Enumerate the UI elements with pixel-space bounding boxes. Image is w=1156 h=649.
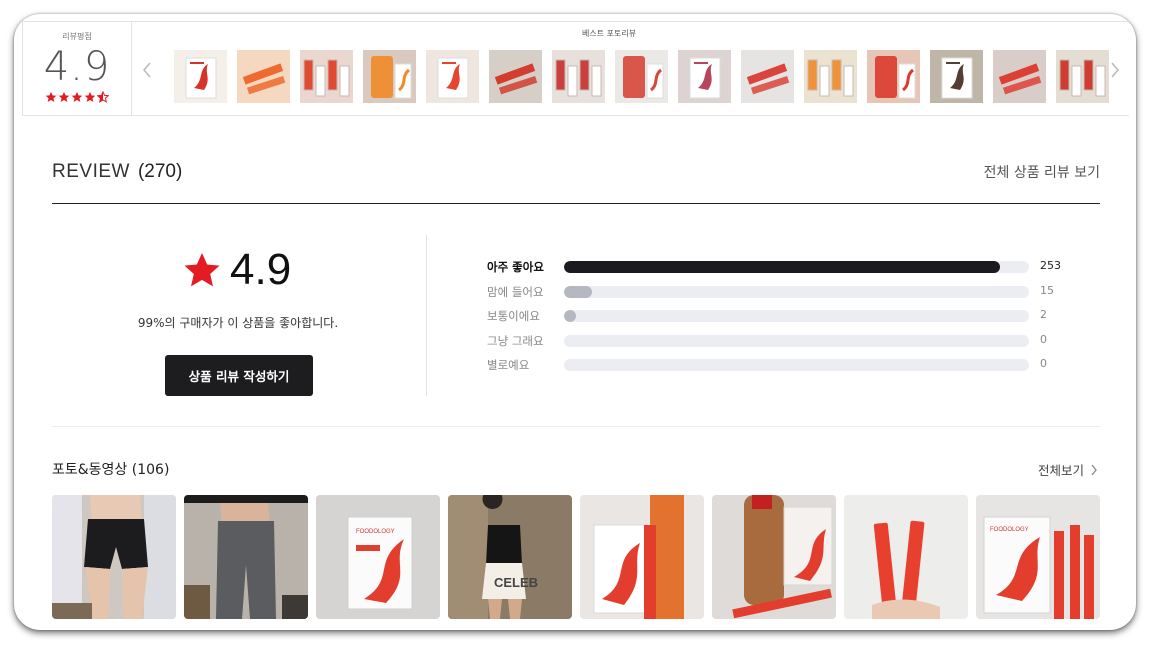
- rating-level-label: 아주 좋아요: [487, 260, 544, 274]
- review-heading-word: REVIEW: [52, 161, 130, 182]
- review-widget: 리뷰평점 4.9 베스트 포토리뷰 REVIEW (270) 전체 상품 리뷰 …: [14, 14, 1136, 630]
- review-heading: REVIEW (270): [52, 160, 182, 183]
- rating-distribution-row: 아주 좋아요 253: [487, 258, 1107, 283]
- photo-video-title: 포토&동영상 (106): [52, 462, 170, 478]
- best-photo-thumbnail[interactable]: [363, 50, 416, 103]
- rating-bar-track: [564, 261, 1029, 273]
- best-photo-thumbnail[interactable]: [741, 50, 794, 103]
- rating-level-label: 보통이에요: [487, 309, 540, 323]
- best-photo-review-title: 베스트 포토리뷰: [582, 29, 637, 38]
- best-photo-thumbnail[interactable]: [489, 50, 542, 103]
- best-photo-thumbnail[interactable]: [237, 50, 290, 103]
- view-all-link[interactable]: 전체보기: [1038, 460, 1098, 479]
- photo-review-thumbnail[interactable]: FOODOLOGY: [976, 495, 1100, 619]
- best-photo-thumbnail[interactable]: [1056, 50, 1109, 103]
- average-rating-box: 리뷰평점 4.9: [22, 22, 132, 116]
- average-rating-label: 리뷰평점: [62, 32, 92, 41]
- rating-distribution-row: 별로예요 0: [487, 356, 1107, 381]
- photo-review-grid: FOODOLOGY CELEB FOODOLOGY: [52, 495, 1100, 619]
- write-review-button[interactable]: 상품 리뷰 작성하기: [165, 355, 313, 396]
- star-icon: [97, 91, 109, 103]
- best-photo-thumbnails: [174, 50, 1109, 103]
- star-icon: [58, 91, 70, 102]
- rating-bar-track: [564, 334, 1029, 347]
- svg-text:CELEB: CELEB: [494, 575, 538, 590]
- rating-distribution: 아주 좋아요 253 맘에 들어요 15 보통이에요 2 그냥 그래요 0 별로예요 0: [487, 258, 1107, 381]
- star-icon: [184, 253, 220, 287]
- rating-level-label: 별로예요: [487, 358, 530, 372]
- rating-bar-fill: [564, 261, 1000, 273]
- rating-level-count: 2: [1040, 308, 1047, 321]
- best-photo-thumbnail[interactable]: [993, 50, 1046, 103]
- best-photo-thumbnail[interactable]: [426, 50, 479, 103]
- best-photo-thumbnail[interactable]: [678, 50, 731, 103]
- all-product-reviews-link[interactable]: 전체 상품 리뷰 보기: [984, 162, 1100, 182]
- star-icon: [84, 91, 96, 102]
- best-photo-thumbnail[interactable]: [867, 50, 920, 103]
- photo-review-thumbnail[interactable]: [580, 495, 704, 619]
- chevron-left-icon: [143, 62, 151, 78]
- star-icon: [45, 91, 57, 102]
- best-photo-thumbnail[interactable]: [552, 50, 605, 103]
- best-photo-thumbnail[interactable]: [174, 50, 227, 103]
- rating-stars: [23, 91, 131, 103]
- best-photo-thumbnail[interactable]: [930, 50, 983, 103]
- satisfaction-text: 99%의 구매자가 이 상품을 좋아합니다.: [137, 316, 339, 330]
- rating-bar-fill: [564, 285, 592, 298]
- rating-distribution-row: 보통이에요 2: [487, 307, 1107, 332]
- best-photo-thumbnail[interactable]: [804, 50, 857, 103]
- rating-level-label: 맘에 들어요: [487, 284, 544, 299]
- photo-review-thumbnail[interactable]: [712, 495, 836, 619]
- best-review-strip: 리뷰평점 4.9 베스트 포토리뷰: [22, 21, 1129, 116]
- rating-level-label: 그냥 그래요: [487, 333, 544, 348]
- heading-divider: [52, 203, 1100, 204]
- section-divider: [52, 426, 1100, 427]
- photo-review-thumbnail[interactable]: CELEB: [448, 495, 572, 619]
- svg-text:FOODOLOGY: FOODOLOGY: [990, 527, 1029, 533]
- photo-review-thumbnail[interactable]: FOODOLOGY: [316, 495, 440, 619]
- summary-divider: [426, 235, 427, 396]
- best-photo-thumbnail[interactable]: [615, 50, 668, 103]
- star-icon: [71, 91, 83, 102]
- rating-level-count: 0: [1040, 357, 1047, 370]
- big-rating: 4.9: [182, 246, 291, 294]
- rating-level-count: 0: [1040, 332, 1047, 346]
- rating-level-count: 15: [1040, 283, 1054, 297]
- rating-distribution-row: 맘에 들어요 15: [487, 283, 1107, 308]
- photo-review-thumbnail[interactable]: [52, 495, 176, 619]
- chevron-right-icon: [1111, 62, 1119, 78]
- view-all-label: 전체보기: [1037, 463, 1084, 478]
- svg-text:FOODOLOGY: FOODOLOGY: [356, 529, 395, 535]
- photo-review-thumbnail[interactable]: [184, 495, 308, 619]
- rating-bar-track: [564, 359, 1029, 371]
- rating-bar-track: [564, 310, 1029, 322]
- review-count: (270): [137, 161, 183, 182]
- best-photo-thumbnail[interactable]: [300, 50, 353, 103]
- prev-arrow-button[interactable]: [140, 58, 154, 82]
- photo-review-thumbnail[interactable]: [844, 495, 968, 619]
- rating-level-count: 253: [1040, 259, 1061, 272]
- average-rating-score: 4.9: [43, 44, 111, 90]
- next-arrow-button[interactable]: [1108, 58, 1122, 82]
- rating-bar-track: [564, 285, 1029, 298]
- rating-distribution-row: 그냥 그래요 0: [487, 332, 1107, 357]
- rating-bar-fill: [564, 310, 576, 322]
- big-rating-score: 4.9: [230, 245, 292, 294]
- chevron-right-icon: [1091, 464, 1097, 475]
